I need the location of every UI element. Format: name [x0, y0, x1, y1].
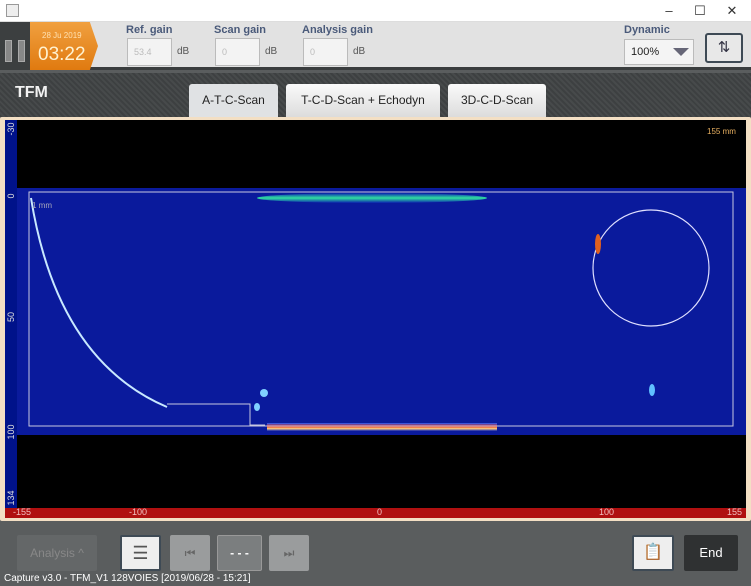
ref-gain-label: Ref. gain — [126, 24, 173, 36]
scan-gain-label: Scan gain — [214, 24, 266, 36]
lateral-tick: 100 — [599, 507, 615, 517]
ref-gain-input[interactable]: 53.4 — [127, 38, 172, 66]
previous-button[interactable]: ⏮ — [170, 535, 210, 571]
tab-t-c-d-scan-echodyn[interactable]: T-C-D-Scan + Echodyn — [286, 84, 440, 117]
front-wall-echo — [257, 193, 487, 203]
tfm-image[interactable]: 1 mm 155 mm — [17, 120, 746, 508]
top-toolbar: 28 Ju 2019 03:22 Ref. gain 53.4 dB Scan … — [0, 22, 751, 70]
title-bar: – ☐ ✕ — [0, 0, 751, 22]
skip-previous-icon: ⏮ — [184, 546, 196, 560]
back-wall-echo — [267, 423, 497, 431]
lateral-tick: 0 — [377, 507, 383, 517]
chevron-down-icon — [673, 48, 689, 56]
scan-frame: -30 0 50 100 134 1 mm 155 mm -155 -100 0… — [0, 117, 751, 521]
roi-label: 1 mm — [32, 201, 52, 210]
depth-tick: 100 — [6, 424, 16, 440]
depth-axis: -30 0 50 100 134 — [5, 120, 17, 510]
swap-icon: ⇅ — [717, 39, 731, 56]
page-indicator[interactable]: - - - — [217, 535, 262, 571]
status-bar: Capture v3.0 - TFM_V1 128VOIES [2019/06/… — [4, 573, 251, 584]
scan-gain-unit: dB — [265, 46, 278, 57]
end-button[interactable]: End — [684, 535, 738, 571]
dynamic-label: Dynamic — [624, 24, 670, 36]
lateral-tick: -100 — [129, 507, 148, 517]
analysis-gain-label: Analysis gain — [302, 24, 373, 36]
clock-date: 28 Ju 2019 — [42, 31, 82, 40]
scan-gain-input[interactable]: 0 — [215, 38, 260, 66]
close-button[interactable]: ✕ — [718, 2, 746, 20]
battery-icon — [0, 22, 30, 70]
tab-3d-c-d-scan[interactable]: 3D-C-D-Scan — [448, 84, 546, 117]
dynamic-value: 100% — [631, 46, 660, 58]
clock: 28 Ju 2019 03:22 — [30, 22, 98, 70]
tab-a-t-c-scan[interactable]: A-T-C-Scan — [189, 84, 278, 117]
maximize-button[interactable]: ☐ — [686, 2, 714, 20]
range-label: 155 mm — [707, 127, 736, 136]
defect-echo — [649, 384, 655, 396]
lateral-tick: 155 — [727, 507, 743, 517]
list-icon: ☰ — [132, 543, 149, 563]
bottom-toolbar: Analysis ^ ☰ ⏮ - - - ⏭ 📋 End Capture v3.… — [0, 521, 751, 586]
analysis-gain-unit: dB — [353, 46, 366, 57]
material-region — [17, 188, 746, 435]
defect-echo — [254, 403, 260, 411]
report-button[interactable]: 📋 — [632, 535, 674, 571]
clipboard-icon: 📋 — [643, 544, 663, 561]
depth-tick: -30 — [6, 122, 16, 136]
app-icon — [6, 4, 19, 17]
dynamic-select[interactable]: 100% — [624, 39, 694, 65]
next-button[interactable]: ⏭ — [269, 535, 309, 571]
analysis-gain-input[interactable]: 0 — [303, 38, 348, 66]
swap-button[interactable]: ⇅ — [705, 33, 743, 63]
depth-tick: 0 — [6, 193, 16, 199]
lateral-tick: -155 — [13, 507, 32, 517]
depth-tick: 50 — [6, 312, 16, 323]
list-button[interactable]: ☰ — [120, 535, 161, 571]
mode-header: TFM A-T-C-Scan T-C-D-Scan + Echodyn 3D-C… — [0, 73, 751, 117]
minimize-button[interactable]: – — [655, 2, 683, 20]
ref-gain-unit: dB — [177, 46, 190, 57]
lateral-axis: -155 -100 0 100 155 — [5, 507, 746, 518]
clock-time: 03:22 — [38, 44, 86, 65]
mode-title: TFM — [15, 84, 48, 101]
skip-next-icon: ⏭ — [283, 546, 295, 560]
analysis-button[interactable]: Analysis ^ — [17, 535, 97, 571]
defect-echo — [595, 234, 601, 254]
defect-echo — [260, 389, 268, 397]
